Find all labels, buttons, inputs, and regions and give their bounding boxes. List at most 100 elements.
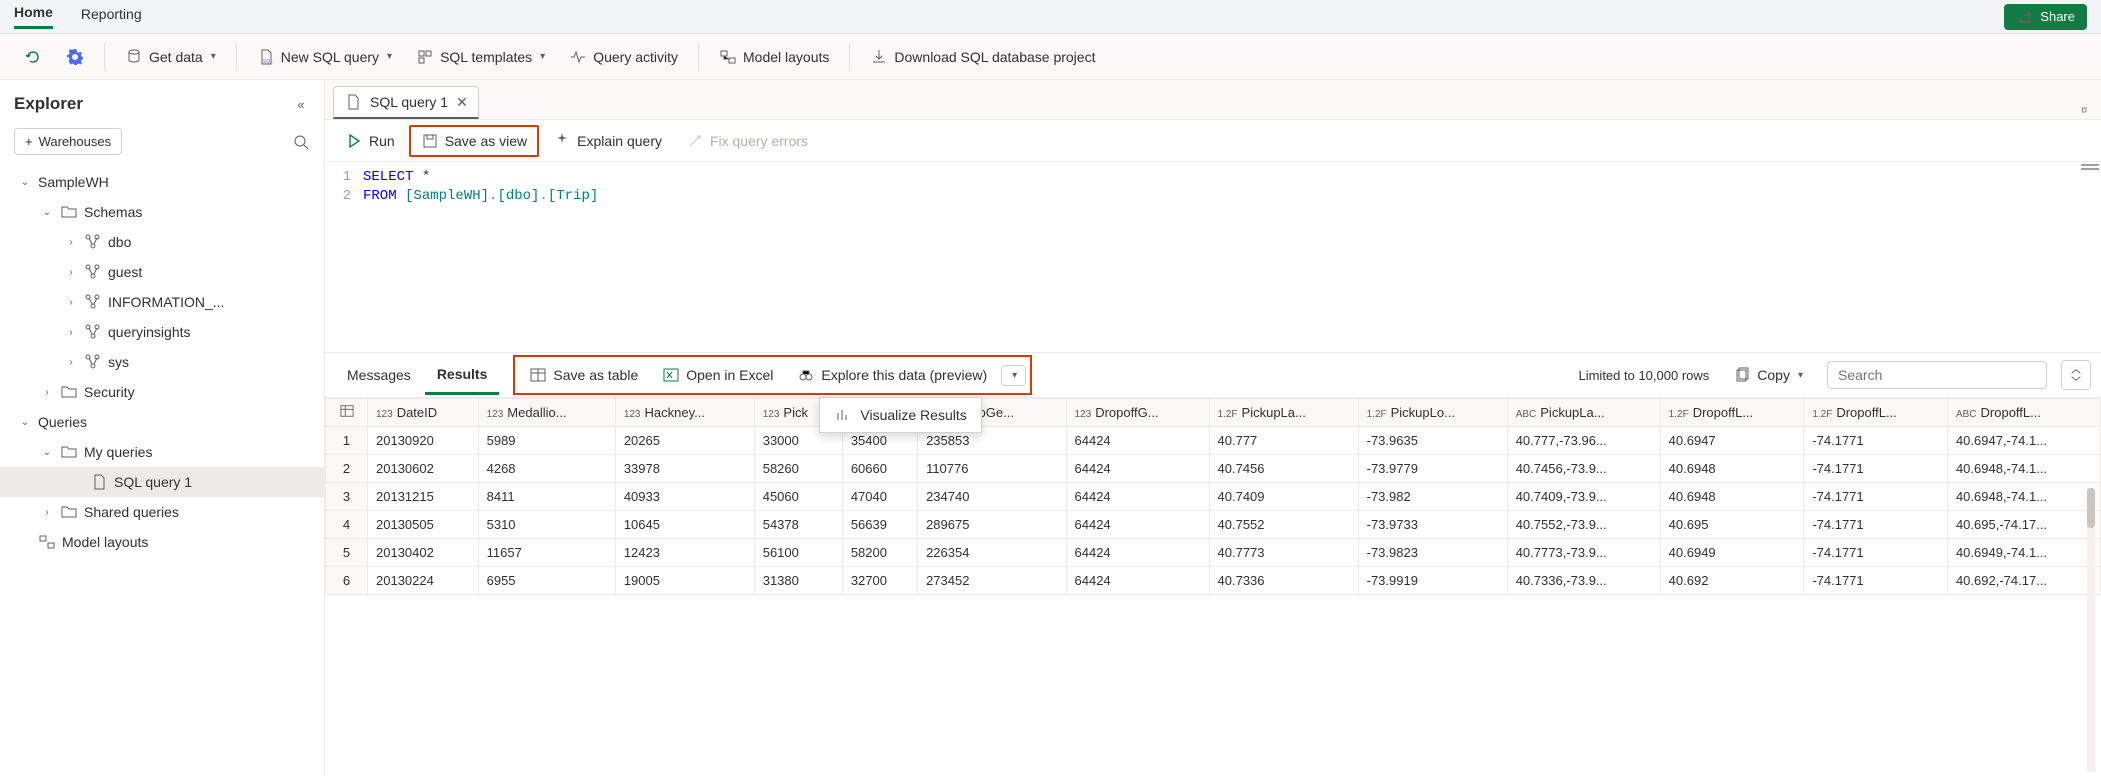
table-cell[interactable]: 273452 [918,567,1066,595]
tree-node-information-schema[interactable]: ›INFORMATION_... [0,287,324,317]
save-as-view-button[interactable]: Save as view [409,125,539,157]
table-cell[interactable]: 40.777,-73.96... [1507,427,1660,455]
table-cell[interactable]: 40.7552,-73.9... [1507,511,1660,539]
table-cell[interactable]: 40.7456,-73.9... [1507,455,1660,483]
copy-button[interactable]: Copy▾ [1723,361,1813,389]
settings-button[interactable] [56,42,94,72]
table-cell[interactable]: 20265 [615,427,754,455]
table-cell[interactable]: 40.695 [1660,511,1804,539]
results-search-input[interactable] [1827,361,2047,389]
table-cell[interactable]: 20130602 [368,455,479,483]
table-cell[interactable]: 4268 [478,455,615,483]
table-cell[interactable]: 20130505 [368,511,479,539]
table-cell[interactable]: -74.1771 [1804,455,1948,483]
column-header[interactable]: 1.2FDropoffL... [1804,399,1948,427]
table-cell[interactable]: 1 [326,427,368,455]
table-cell[interactable]: 12423 [615,539,754,567]
table-cell[interactable]: 40.6947,-74.1... [1947,427,2100,455]
table-cell[interactable]: -73.9823 [1358,539,1507,567]
sql-templates-button[interactable]: SQL templates▾ [406,42,555,72]
table-cell[interactable]: -74.1771 [1804,567,1948,595]
table-cell[interactable]: 40.7456 [1209,455,1358,483]
table-cell[interactable]: 58200 [842,539,917,567]
table-cell[interactable]: 64424 [1066,567,1209,595]
tab-home[interactable]: Home [14,4,53,29]
column-header[interactable]: 123Medallio... [478,399,615,427]
table-cell[interactable]: 6955 [478,567,615,595]
table-cell[interactable]: 64424 [1066,483,1209,511]
explore-dropdown-button[interactable]: ▾ [1001,365,1026,386]
table-cell[interactable]: 40.6948,-74.1... [1947,455,2100,483]
table-cell[interactable]: 20130224 [368,567,479,595]
tree-node-schemas[interactable]: ⌄Schemas [0,197,324,227]
close-tab-button[interactable]: ✕ [456,94,468,111]
tree-node-model-layouts[interactable]: ›Model layouts [0,527,324,557]
search-icon[interactable] [292,133,310,151]
table-cell[interactable]: -74.1771 [1804,427,1948,455]
explain-query-button[interactable]: Explain query [543,127,672,155]
table-cell[interactable]: 19005 [615,567,754,595]
refresh-button[interactable] [14,42,52,72]
table-cell[interactable]: 226354 [918,539,1066,567]
results-grid[interactable]: 123DateID123Medallio...123Hackney...123P… [325,398,2101,595]
tree-node-samplewh[interactable]: ⌄SampleWH [0,167,324,197]
table-row[interactable]: 5201304021165712423561005820022635464424… [326,539,2101,567]
table-cell[interactable]: 40.692 [1660,567,1804,595]
query-tab-sql-query-1[interactable]: SQL query 1 ✕ [333,86,479,119]
table-cell[interactable]: 31380 [754,567,842,595]
table-cell[interactable]: 58260 [754,455,842,483]
column-header[interactable]: 1.2FPickupLo... [1358,399,1507,427]
table-cell[interactable]: 40.7409,-73.9... [1507,483,1660,511]
vertical-scrollbar[interactable] [2087,488,2095,772]
table-cell[interactable]: 40.692,-74.17... [1947,567,2100,595]
column-header[interactable]: 123Hackney... [615,399,754,427]
table-cell[interactable]: 5 [326,539,368,567]
table-cell[interactable]: 64424 [1066,511,1209,539]
table-cell[interactable]: 3 [326,483,368,511]
column-header[interactable]: ABCDropoffL... [1947,399,2100,427]
row-header-corner[interactable] [326,399,368,427]
table-cell[interactable]: 64424 [1066,427,1209,455]
tree-node-guest[interactable]: ›guest [0,257,324,287]
tab-messages[interactable]: Messages [335,357,423,393]
tree-node-queryinsights[interactable]: ›queryinsights [0,317,324,347]
table-cell[interactable]: -73.9779 [1358,455,1507,483]
table-cell[interactable]: 234740 [918,483,1066,511]
table-cell[interactable]: 40.777 [1209,427,1358,455]
table-cell[interactable]: 6 [326,567,368,595]
table-row[interactable]: 1201309205989202653300035400235853644244… [326,427,2101,455]
table-cell[interactable]: 8411 [478,483,615,511]
table-cell[interactable]: 40933 [615,483,754,511]
table-cell[interactable]: 40.6949 [1660,539,1804,567]
save-as-table-button[interactable]: Save as table [519,361,648,389]
table-cell[interactable]: 40.6948,-74.1... [1947,483,2100,511]
table-cell[interactable]: 64424 [1066,539,1209,567]
table-cell[interactable]: 20130402 [368,539,479,567]
column-header[interactable]: ABCPickupLa... [1507,399,1660,427]
table-cell[interactable]: 20130920 [368,427,479,455]
table-cell[interactable]: 289675 [918,511,1066,539]
run-button[interactable]: Run [335,127,405,155]
column-header[interactable]: 123DropoffG... [1066,399,1209,427]
tab-reporting[interactable]: Reporting [81,6,142,28]
tree-node-sql-query-1[interactable]: SQL query 1 [0,467,324,497]
open-in-excel-button[interactable]: Open in Excel [652,361,783,389]
table-cell[interactable]: 45060 [754,483,842,511]
table-cell[interactable]: 56639 [842,511,917,539]
copy-icon[interactable] [2075,101,2093,119]
table-cell[interactable]: 2 [326,455,368,483]
table-cell[interactable]: -74.1771 [1804,483,1948,511]
table-cell[interactable]: 64424 [1066,455,1209,483]
table-cell[interactable]: 40.7409 [1209,483,1358,511]
table-row[interactable]: 2201306024268339785826060660110776644244… [326,455,2101,483]
table-cell[interactable]: 40.6948 [1660,455,1804,483]
collapse-panel-icon[interactable]: « [292,95,310,113]
table-cell[interactable]: 40.695,-74.17... [1947,511,2100,539]
get-data-button[interactable]: Get data▾ [115,42,226,72]
table-cell[interactable]: 32700 [842,567,917,595]
table-cell[interactable]: -73.9635 [1358,427,1507,455]
table-cell[interactable]: 54378 [754,511,842,539]
tree-node-my-queries[interactable]: ⌄My queries [0,437,324,467]
table-cell[interactable]: 5310 [478,511,615,539]
table-cell[interactable]: 47040 [842,483,917,511]
